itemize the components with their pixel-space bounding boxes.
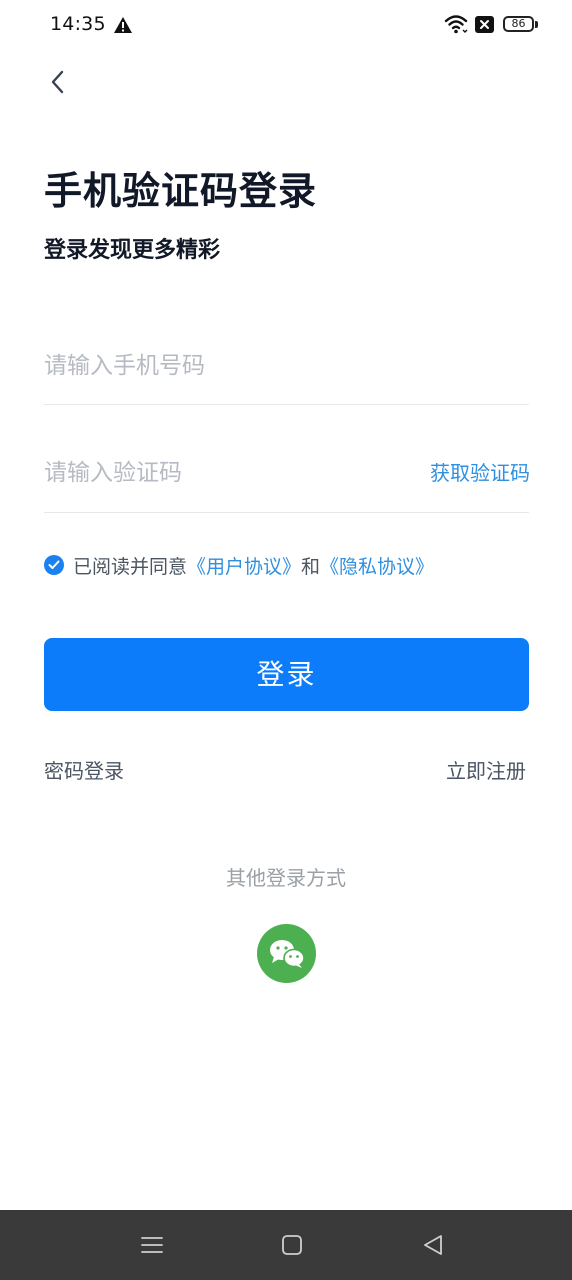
code-input[interactable]: [44, 448, 404, 498]
other-login-title: 其他登录方式: [226, 866, 346, 890]
back-nav-button[interactable]: [418, 1230, 448, 1260]
register-link[interactable]: 立即注册: [446, 755, 526, 784]
warning-icon: [114, 17, 132, 33]
login-button[interactable]: 登录: [44, 638, 529, 711]
home-square-icon: [282, 1235, 302, 1255]
privacy-agreement-link[interactable]: 《隐私协议》: [320, 552, 434, 579]
agreement-row: 已阅读并同意 《用户协议》 和 《隐私协议》: [44, 550, 434, 580]
battery-level: 86: [511, 17, 526, 30]
phone-field-row: [44, 341, 529, 391]
password-login-link[interactable]: 密码登录: [44, 755, 124, 784]
user-agreement-link[interactable]: 《用户协议》: [187, 552, 301, 579]
home-nav-button[interactable]: [277, 1230, 307, 1260]
menu-icon: [141, 1237, 163, 1253]
no-sim-icon: [475, 16, 494, 33]
agreement-prefix: 已阅读并同意: [73, 555, 188, 578]
page-subtitle: 登录发现更多精彩: [44, 238, 221, 263]
wechat-login-button[interactable]: [257, 924, 316, 983]
get-code-button[interactable]: 获取验证码: [420, 458, 530, 488]
phone-divider: [44, 404, 529, 405]
chevron-left-icon: [51, 70, 64, 94]
back-triangle-icon: [424, 1235, 442, 1255]
agreement-conjunction: 和: [301, 555, 321, 578]
code-divider: [44, 512, 529, 513]
wechat-icon: [269, 939, 305, 968]
page-title: 手机验证码登录: [44, 169, 318, 213]
back-button[interactable]: [38, 62, 78, 102]
status-time: 14:35: [50, 13, 106, 35]
wifi-icon: [444, 15, 468, 34]
phone-input[interactable]: [44, 341, 404, 391]
navigation-bar: [0, 1210, 572, 1280]
menu-nav-button[interactable]: [137, 1230, 167, 1260]
battery-tip: [535, 21, 538, 28]
agreement-checkbox[interactable]: [44, 555, 64, 575]
checkmark-icon: [48, 560, 60, 569]
